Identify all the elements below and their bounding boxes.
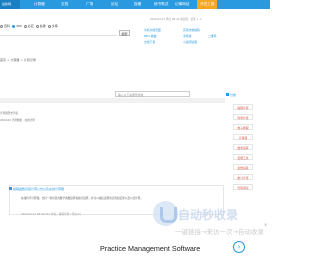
nav-item-calculator[interactable]: 计算器: [34, 0, 45, 9]
watermark-subtext: 一键链接→来访一次→自动收录: [175, 228, 264, 236]
nav-item-secretary[interactable]: 秘书笔试: [154, 0, 168, 9]
list-item: 2020-04 计算数据 · 在线计算: [0, 119, 35, 122]
search-input[interactable]: [0, 30, 117, 36]
radio-icon: [47, 24, 51, 28]
quick-link[interactable]: 手机版: [183, 34, 191, 38]
radio-icon: [0, 24, 3, 28]
site-logo[interactable]: 最新网: [0, 0, 20, 9]
quick-link[interactable]: 实用文档编辑: [183, 28, 200, 32]
nav-item-tools[interactable]: 开发工具: [197, 0, 218, 9]
keyword-search-input[interactable]: 输入以下关键字查询: [115, 91, 190, 97]
sidebar-item[interactable]: 科学计算: [233, 114, 253, 120]
list-item: 计算器历史列表: [0, 112, 19, 115]
watermark-text: 自动秒收录: [178, 208, 239, 222]
sidebar-item[interactable]: 计算器: [233, 134, 253, 140]
ad-close-icon[interactable]: ×: [263, 222, 268, 227]
nav-item-notes[interactable]: 记事网站: [175, 0, 189, 9]
sidebar-item[interactable]: 数学运算: [233, 144, 253, 150]
section-divider: [0, 98, 225, 103]
sidebar-item[interactable]: 宝图工具: [233, 154, 253, 160]
sidebar-item[interactable]: 统计计算: [233, 174, 253, 180]
radio-icon: [23, 24, 27, 28]
breadcrumb: 首页 > 计算器 > 计算记录: [0, 58, 36, 62]
search-engine-options: 百科 360 必应 谷歌 文库: [0, 23, 58, 29]
sidebar-heading: 分类: [226, 92, 246, 97]
radio-option[interactable]: 必应: [23, 24, 34, 28]
radio-option[interactable]: 文库: [47, 24, 58, 28]
quick-link[interactable]: 二维码: [208, 34, 216, 38]
search-button[interactable]: 搜索: [119, 30, 130, 36]
radio-icon: [35, 24, 39, 28]
article-title[interactable]: 编程函数高级计算公式以及在线计算器: [13, 187, 64, 191]
sidebar-item[interactable]: 代码调试: [233, 184, 253, 190]
user-status-line: 2020-04-12 周日 08:40 欢迎您：某某 + ×: [150, 18, 202, 21]
article-meta: 2020-04-12 08:40:33 | 作者：编程计算 | 评论(0): [21, 213, 81, 216]
sidebar-item[interactable]: 编程计算: [233, 104, 253, 110]
sidebar-item[interactable]: 复数运算: [233, 164, 253, 170]
top-nav: 最新网 计算器 文档 广场 论坛 投稿 秘书笔试 记事网站 开发工具: [0, 0, 270, 9]
radio-selected-icon: [12, 24, 16, 28]
quick-link[interactable]: 文档下载: [144, 40, 155, 44]
sidebar-item[interactable]: 电子教程: [233, 124, 253, 130]
radio-option[interactable]: 360: [12, 24, 22, 28]
article-summary: 在线科学计算器，支持一些常见的数学函数运算和统计运算，并可以输出运算的过程和结果…: [21, 197, 143, 200]
category-icon: [226, 93, 229, 96]
radio-option[interactable]: 谷歌: [35, 24, 46, 28]
quick-link[interactable]: 手机文档页面: [144, 28, 161, 32]
nav-item-forum[interactable]: 论坛: [111, 0, 118, 9]
nav-item-plaza[interactable]: 广场: [86, 0, 93, 9]
ad-arrow-icon[interactable]: ›: [233, 241, 245, 253]
ad-title[interactable]: Practice Management Software: [100, 244, 200, 253]
quick-link[interactable]: MP3 歌曲: [144, 34, 156, 38]
article-icon: [9, 187, 12, 190]
watermark-logo-icon: [153, 201, 178, 226]
nav-item-docs[interactable]: 文档: [61, 0, 68, 9]
radio-option[interactable]: 百科: [0, 24, 10, 28]
quick-link[interactable]: 小说阅读器: [183, 40, 197, 44]
nav-item-submit[interactable]: 投稿: [134, 0, 141, 9]
